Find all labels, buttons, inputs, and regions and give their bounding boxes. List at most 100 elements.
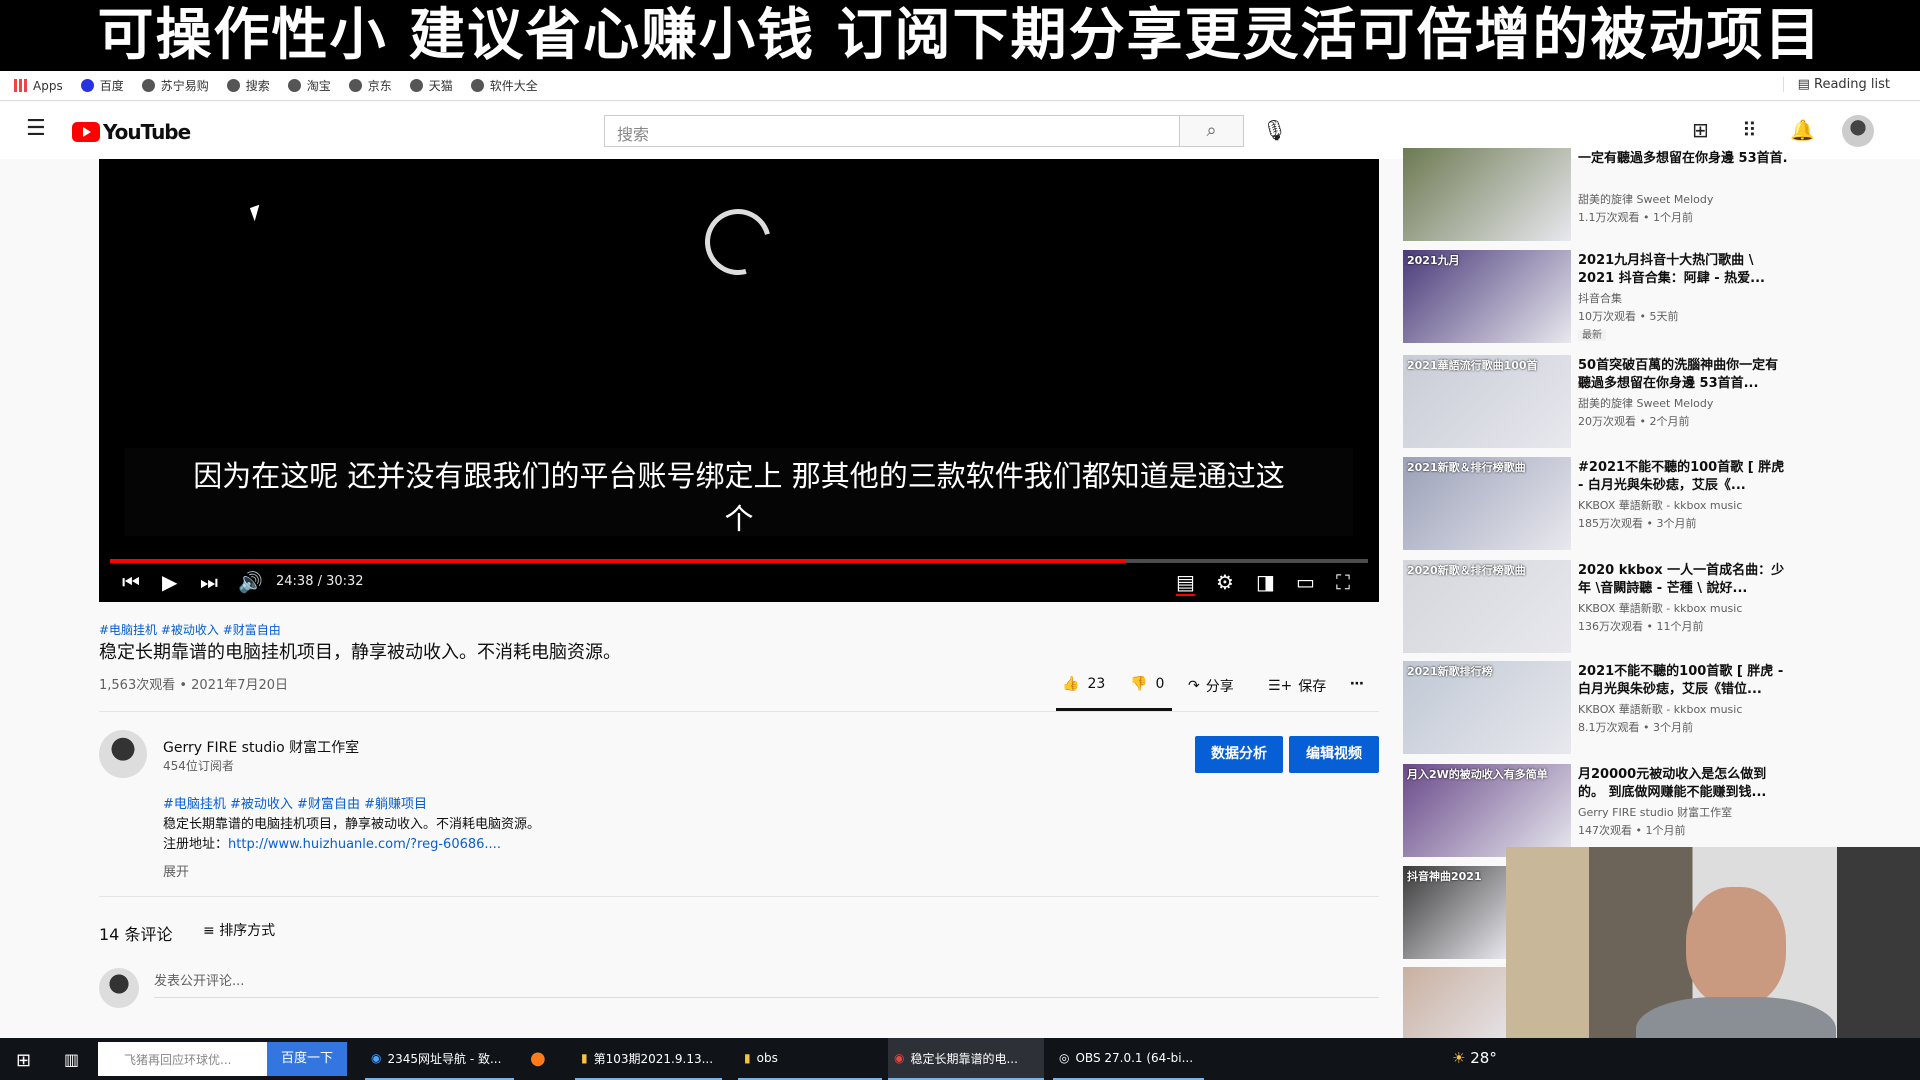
youtube-logo[interactable]: YouTube	[72, 120, 191, 144]
bookmark-baidu[interactable]: 百度	[80, 77, 124, 94]
video-thumbnail[interactable]	[1403, 148, 1571, 241]
notification-bell-icon[interactable]: 🔔	[1790, 118, 1815, 142]
video-thumbnail[interactable]: 月入2W的被动收入有多简单	[1403, 764, 1571, 857]
channel-name[interactable]: Gerry FIRE studio 财富工作室	[163, 737, 359, 757]
channel-avatar[interactable]	[99, 730, 147, 778]
sort-button[interactable]: ≡ 排序方式	[203, 920, 275, 940]
comment-input[interactable]: 发表公开评论...	[154, 970, 1379, 998]
bookmark[interactable]: 京东	[348, 77, 392, 94]
video-title: 稳定长期靠谱的电脑挂机项目，静享被动收入。不消耗电脑资源。	[99, 642, 621, 663]
thumbs-down-icon: 👎	[1130, 676, 1148, 692]
progress-bar[interactable]	[110, 559, 1368, 563]
thumbnail-text: 2021華語流行歌曲100首	[1407, 359, 1538, 372]
related-video-channel[interactable]: 甜美的旋律 Sweet Melody	[1578, 191, 1713, 209]
related-video-title[interactable]: #2021不能不聽的100首歌 [ 胖虎 - 白月光與朱砂痣，艾辰《...	[1578, 459, 1788, 495]
related-video-title[interactable]: 2020 kkbox 一人一首成名曲：少年 \音闕詩聽 - 芒種 \ 說好...	[1578, 562, 1788, 598]
related-video-channel[interactable]: 抖音合集	[1578, 290, 1622, 308]
register-line: 注册地址：http://www.huizhuanle.com/?reg-6068…	[163, 837, 501, 852]
share-button[interactable]: ↷ 分享	[1188, 676, 1234, 696]
theater-mode-icon[interactable]: ▭	[1296, 570, 1315, 594]
related-video-title[interactable]: 2021不能不聽的100首歌 [ 胖虎 - 白月光與朱砂痣，艾辰《错位...	[1578, 663, 1788, 699]
chrome-icon: ◉	[894, 1051, 905, 1065]
subtitle-line: 因为在这呢 还并没有跟我们的平台账号绑定上 那其他的三款软件我们都知道是通过这	[193, 459, 1285, 493]
view-count-date: 1,563次观看 • 2021年7月20日	[99, 678, 289, 693]
related-video-channel[interactable]: KKBOX 華語新歌 - kkbox music	[1578, 701, 1742, 719]
video-thumbnail[interactable]: 抖音神曲2021	[1403, 866, 1507, 959]
menu-icon[interactable]: ☰	[26, 116, 46, 141]
bookmark-apps[interactable]: Apps	[14, 79, 63, 93]
subtitles-icon[interactable]: ▤	[1176, 570, 1195, 596]
search-button[interactable]: ⌕	[1180, 115, 1244, 147]
weather-widget[interactable]: ☀ 28°	[1452, 1049, 1497, 1067]
related-video-channel[interactable]: KKBOX 華語新歌 - kkbox music	[1578, 497, 1742, 515]
apps-grid-icon[interactable]: ⠿	[1742, 118, 1757, 142]
taskbar-item-chrome[interactable]: ◉ 稳定长期靠谱的电...	[888, 1038, 1044, 1080]
related-video-title[interactable]: 50首突破百萬的洗腦神曲你一定有聽過多想留在你身邊 53首首...	[1578, 357, 1788, 393]
time-display: 24:38 / 30:32	[276, 574, 364, 589]
video-thumbnail[interactable]: 2020新歌＆排行榜歌曲	[1403, 560, 1571, 653]
bookmark[interactable]: 天猫	[409, 77, 453, 94]
bookmark[interactable]: 淘宝	[287, 77, 331, 94]
video-thumbnail[interactable]: 2021華語流行歌曲100首	[1403, 355, 1571, 448]
video-thumbnail[interactable]: 2021新歌＆排行榜歌曲	[1403, 457, 1571, 550]
bookmark[interactable]: 软件大全	[470, 77, 538, 94]
previous-icon[interactable]: ⏮	[122, 570, 140, 594]
microphone-icon[interactable]: 🎙	[1262, 118, 1287, 142]
related-video-channel[interactable]: 甜美的旋律 Sweet Melody	[1578, 395, 1713, 413]
subscriber-count: 454位订阅者	[163, 759, 234, 773]
related-video-meta: 185万次观看 • 3个月前	[1578, 517, 1697, 530]
fullscreen-icon[interactable]: ⛶	[1336, 570, 1350, 594]
search-input[interactable]: 搜索	[604, 115, 1180, 147]
reading-list-button[interactable]: ▤ Reading list	[1782, 77, 1890, 92]
windows-start-icon[interactable]: ⊞	[16, 1050, 31, 1071]
account-avatar[interactable]	[1842, 115, 1874, 147]
taskbar-item-2345[interactable]: ◉ 2345网址导航 - 致...	[365, 1038, 514, 1080]
bookmark[interactable]: 搜索	[226, 77, 270, 94]
video-thumbnail[interactable]: 2021新歌排行榜	[1403, 661, 1571, 754]
taskbar-item-obs-folder[interactable]: ▮ obs	[738, 1038, 882, 1080]
expand-button[interactable]: 展开	[163, 861, 189, 880]
related-video-title[interactable]: 一定有聽過多想留在你身邊 53首首...	[1578, 150, 1788, 168]
user-avatar	[99, 968, 139, 1008]
related-video-meta: 20万次观看 • 2个月前	[1578, 415, 1690, 428]
video-hashtags[interactable]: #电脑挂机 #被动收入 #财富自由	[99, 621, 281, 638]
video-thumbnail[interactable]: 2021九月	[1403, 250, 1571, 343]
thumbnail-text: 2021九月	[1407, 254, 1460, 267]
globe-icon	[409, 79, 423, 92]
miniplayer-icon[interactable]: ◨	[1256, 570, 1275, 594]
task-view-icon[interactable]: ▥	[64, 1050, 79, 1069]
sun-icon: ☀	[1452, 1049, 1466, 1067]
description-text: 稳定长期靠谱的电脑挂机项目，静享被动收入。不消耗电脑资源。	[163, 817, 541, 832]
progress-fill	[110, 559, 1126, 563]
firefox-icon[interactable]: ●	[530, 1048, 546, 1069]
divider	[99, 711, 1379, 712]
bookmark[interactable]: 苏宁易购	[141, 77, 209, 94]
taskbar-item-obs[interactable]: ◎ OBS 27.0.1 (64-bi...	[1053, 1038, 1204, 1080]
related-video-title[interactable]: 月20000元被动收入是怎么做到的。 到底做网赚能不能赚到钱...	[1578, 766, 1788, 802]
dislike-button[interactable]: 👎 0	[1130, 676, 1164, 692]
next-icon[interactable]: ⏭	[200, 570, 218, 594]
description-hashtags[interactable]: #电脑挂机 #被动收入 #财富自由 #躺赚项目	[163, 793, 427, 812]
taskbar-item-folder[interactable]: ▮ 第103期2021.9.13...	[575, 1038, 722, 1080]
play-icon[interactable]: ▶	[162, 570, 177, 594]
comment-count: 14 条评论	[99, 925, 173, 944]
related-video-channel[interactable]: KKBOX 華語新歌 - kkbox music	[1578, 600, 1742, 618]
taskbar-search-input[interactable]: 飞猪再回应环球优...	[98, 1042, 267, 1076]
settings-gear-icon[interactable]: ⚙	[1216, 570, 1234, 594]
baidu-search-button[interactable]: 百度一下	[267, 1042, 347, 1076]
like-button[interactable]: 👍 23	[1062, 676, 1105, 692]
apps-icon	[14, 79, 27, 92]
create-video-icon[interactable]: ⊞	[1692, 118, 1709, 142]
sort-icon: ≡	[203, 923, 220, 939]
volume-icon[interactable]: 🔊	[238, 570, 263, 594]
divider	[99, 896, 1379, 897]
register-link[interactable]: http://www.huizhuanle.com/?reg-60686....	[228, 837, 501, 852]
folder-icon: ▮	[581, 1051, 588, 1065]
related-video-channel[interactable]: Gerry FIRE studio 财富工作室	[1578, 804, 1732, 822]
edit-video-button[interactable]: 编辑视频	[1289, 736, 1379, 773]
youtube-play-icon	[72, 122, 100, 142]
analytics-button[interactable]: 数据分析	[1195, 736, 1283, 773]
related-video-title[interactable]: 2021九月抖音十大热门歌曲 \ 2021 抖音合集：阿肆 - 热爱...	[1578, 252, 1788, 288]
save-button[interactable]: ☰+ 保存	[1268, 676, 1326, 696]
more-options-icon[interactable]: ⋯	[1350, 676, 1364, 692]
